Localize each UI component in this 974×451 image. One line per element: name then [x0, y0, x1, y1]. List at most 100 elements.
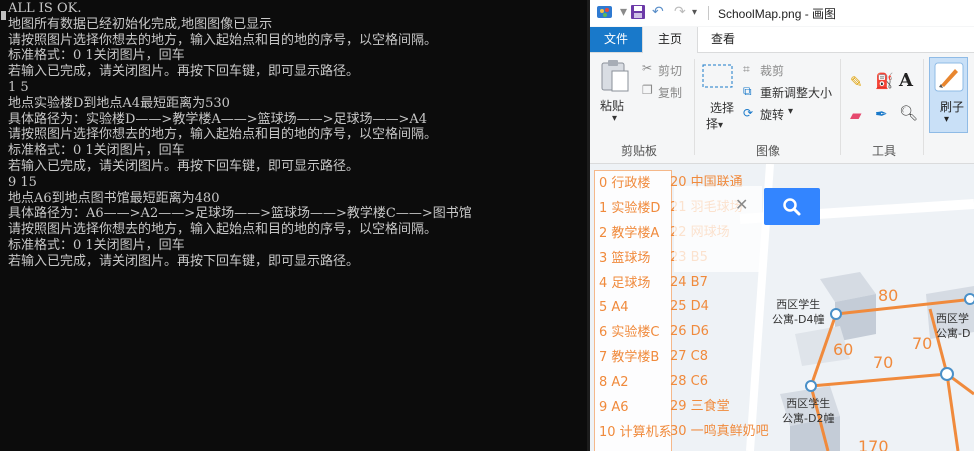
building-label-line: 公寓-D — [936, 327, 971, 340]
legend-item: 30 一鸣真鲜奶吧 — [670, 423, 769, 439]
legend-item: 9 A6 — [599, 400, 629, 416]
legend-item: 28 C6 — [670, 374, 709, 390]
tab-home[interactable]: 主页 — [642, 27, 698, 53]
select-button-label[interactable]: 选择 — [710, 99, 734, 116]
magnifier-icon[interactable]: 🔍︎ — [899, 104, 918, 122]
console-output: ALL IS OK. 地图所有数据已经初始化完成,地图图像已显示 请按照图片选择你想… — [8, 1, 587, 270]
console-line: 地点A6到地点图书馆最短距离为480 — [8, 190, 220, 206]
select-dropdown-icon: ▾ — [718, 120, 724, 131]
select-label-line2: 择 — [706, 117, 719, 131]
search-icon — [783, 198, 801, 216]
tab-view[interactable]: 查看 — [700, 27, 746, 52]
save-icon[interactable] — [630, 4, 646, 24]
brush-button[interactable]: 刷子 ▾ — [929, 57, 968, 133]
legend-item: 2 教学楼A — [599, 225, 660, 241]
school-map-canvas[interactable]: 0 行政楼 1 实验楼D 2 教学楼A 3 篮球场 4 足球场 5 A4 6 实验楼C 7 教… — [590, 164, 974, 451]
cut-button[interactable]: 剪切 — [658, 62, 682, 79]
console-line: 标准格式：0 1关闭图片，回车 — [8, 237, 185, 253]
legend-item: 7 教学楼B — [599, 350, 660, 366]
cut-icon: ✂ — [642, 61, 653, 75]
ribbon-tabs: 文件 主页 查看 — [590, 27, 974, 53]
brush-dropdown-icon: ▾ — [944, 114, 950, 125]
console-line: 请按照图片选择你想去的地方，输入起始点和目的地的序号，以空格间隔。 — [8, 127, 438, 143]
console-line: 具体路径为：A6——>A2——>足球场——>篮球场——>教学楼C——>图书馆 — [8, 206, 472, 222]
copy-button[interactable]: 复制 — [658, 84, 682, 101]
console-line: 若输入已完成，请关闭图片。再按下回车键，即可显示路径。 — [8, 253, 360, 269]
building-label: 西区学生 公寓-D4幢 — [772, 297, 824, 327]
console-line: 请按照图片选择你想去的地方，输入起始点和目的地的序号，以空格间隔。 — [8, 32, 438, 48]
legend-item: 8 A2 — [599, 375, 629, 391]
console-line: 地点实验楼D到地点A4最短距离为530 — [8, 95, 230, 111]
legend-item: 29 三食堂 — [670, 399, 730, 415]
rotate-dropdown-icon[interactable]: ▾ — [788, 106, 793, 117]
brush-label: 刷子 — [940, 100, 965, 114]
crop-button[interactable]: 裁剪 — [760, 62, 784, 79]
close-icon[interactable]: ✕ — [735, 195, 748, 214]
crop-icon: ⌗ — [743, 62, 750, 76]
console-cursor — [1, 11, 6, 20]
resize-button[interactable]: 重新调整大小 — [760, 84, 832, 101]
tools-group-label: 工具 — [872, 144, 897, 158]
window-title: SchoolMap.png - 画图 — [718, 7, 837, 21]
paste-button-label[interactable]: 粘贴 — [600, 97, 624, 114]
legend-item: 1 实验楼D — [599, 200, 661, 216]
console-line: 标准格式：0 1关闭图片，回车 — [8, 48, 185, 64]
console-line: 地图所有数据已经初始化完成,地图图像已显示 — [8, 16, 273, 32]
console-line: 具体路径为：实验楼D——>教学楼A——>篮球场——>足球场——>A4 — [8, 111, 428, 127]
fill-icon[interactable]: ⛽ — [875, 72, 894, 90]
edge-weight-label: 70 — [912, 334, 933, 353]
clipboard-group-label: 剪贴板 — [621, 144, 658, 158]
building-label: 西区学生 公寓-D2幢 — [782, 396, 834, 426]
ribbon-separator — [923, 59, 924, 155]
edge-weight-label: 70 — [873, 353, 894, 372]
ribbon: 粘贴 ▾ ✂ 剪切 ❐ 复制 剪贴板 选择 择▾ ⌗ 裁剪 ⧉ 重新调整大小 ⟳… — [590, 53, 974, 164]
resize-icon: ⧉ — [743, 84, 752, 98]
paste-icon[interactable] — [600, 59, 630, 97]
legend-item: 25 D4 — [670, 299, 709, 315]
paint-app-icon — [596, 4, 614, 24]
console-line: ALL IS OK. — [8, 1, 82, 16]
customize-toolbar-icon[interactable]: ▾ — [692, 7, 697, 18]
console-window[interactable]: ALL IS OK. 地图所有数据已经初始化完成,地图图像已显示 请按照图片选择你想… — [0, 0, 587, 451]
text-tool-icon[interactable]: A — [899, 70, 913, 91]
undo-icon[interactable]: ↶ — [652, 4, 664, 20]
console-line: 1 5 — [8, 79, 29, 95]
color-picker-icon[interactable]: ✒ — [875, 105, 888, 123]
rotate-button[interactable]: 旋转 — [760, 106, 784, 123]
select-icon[interactable] — [702, 64, 734, 94]
legend-item: 10 计算机系 — [599, 424, 672, 440]
legend-item: 26 D6 — [670, 324, 709, 340]
console-line: 请按照图片选择你想去的地方，输入起始点和目的地的序号，以空格间隔。 — [8, 222, 438, 238]
select-dropdown[interactable]: 择▾ — [706, 115, 723, 132]
paste-dropdown-icon[interactable]: ▾ — [612, 113, 617, 124]
quick-access-menu-icon[interactable]: ▾ — [620, 4, 627, 20]
building-label-line: 西区学生 — [776, 298, 821, 311]
eraser-icon[interactable]: ▰ — [850, 106, 862, 124]
building-label: 西区学 公寓-D — [936, 311, 970, 341]
legend-item: 0 行政楼 — [599, 176, 651, 191]
search-button[interactable] — [764, 188, 820, 225]
redo-icon[interactable]: ↷ — [674, 4, 686, 20]
title-bar: ▾ ↶ ↷ ▾ SchoolMap.png - 画图 — [590, 0, 974, 26]
ribbon-separator — [840, 59, 841, 155]
console-line: 标准格式：0 1关闭图片，回车 — [8, 143, 185, 159]
legend-item: 27 C8 — [670, 349, 709, 365]
building-label-line: 公寓-D2幢 — [782, 412, 835, 425]
legend-panel-left: 0 行政楼 1 实验楼D 2 教学楼A 3 篮球场 4 足球场 5 A4 6 实验楼C 7 教… — [594, 170, 672, 451]
edge-weight-label: 80 — [878, 286, 899, 305]
console-line: 若输入已完成，请关闭图片。再按下回车键，即可显示路径。 — [8, 158, 360, 174]
rotate-icon: ⟳ — [743, 106, 754, 120]
paint-window[interactable]: ▾ ↶ ↷ ▾ SchoolMap.png - 画图 文件 主页 查看 粘贴 ▾… — [590, 0, 974, 451]
image-group-label: 图像 — [756, 144, 781, 158]
building-label-line: 公寓-D4幢 — [772, 313, 825, 326]
pencil-icon[interactable]: ✎ — [850, 73, 863, 91]
legend-item: 6 实验楼C — [599, 325, 660, 341]
edge-weight-label: 60 — [833, 340, 854, 359]
legend-item: 24 B7 — [670, 274, 708, 290]
building-label-line: 西区学 — [936, 312, 969, 325]
legend-list-left: 0 行政楼 1 实验楼D 2 教学楼A 3 篮球场 4 足球场 5 A4 6 实验楼C 7 教… — [595, 171, 672, 445]
copy-icon: ❐ — [642, 83, 653, 97]
legend-item: 3 篮球场 — [599, 250, 651, 266]
tab-file[interactable]: 文件 — [590, 27, 642, 52]
console-scrollbar[interactable] — [0, 0, 6, 451]
